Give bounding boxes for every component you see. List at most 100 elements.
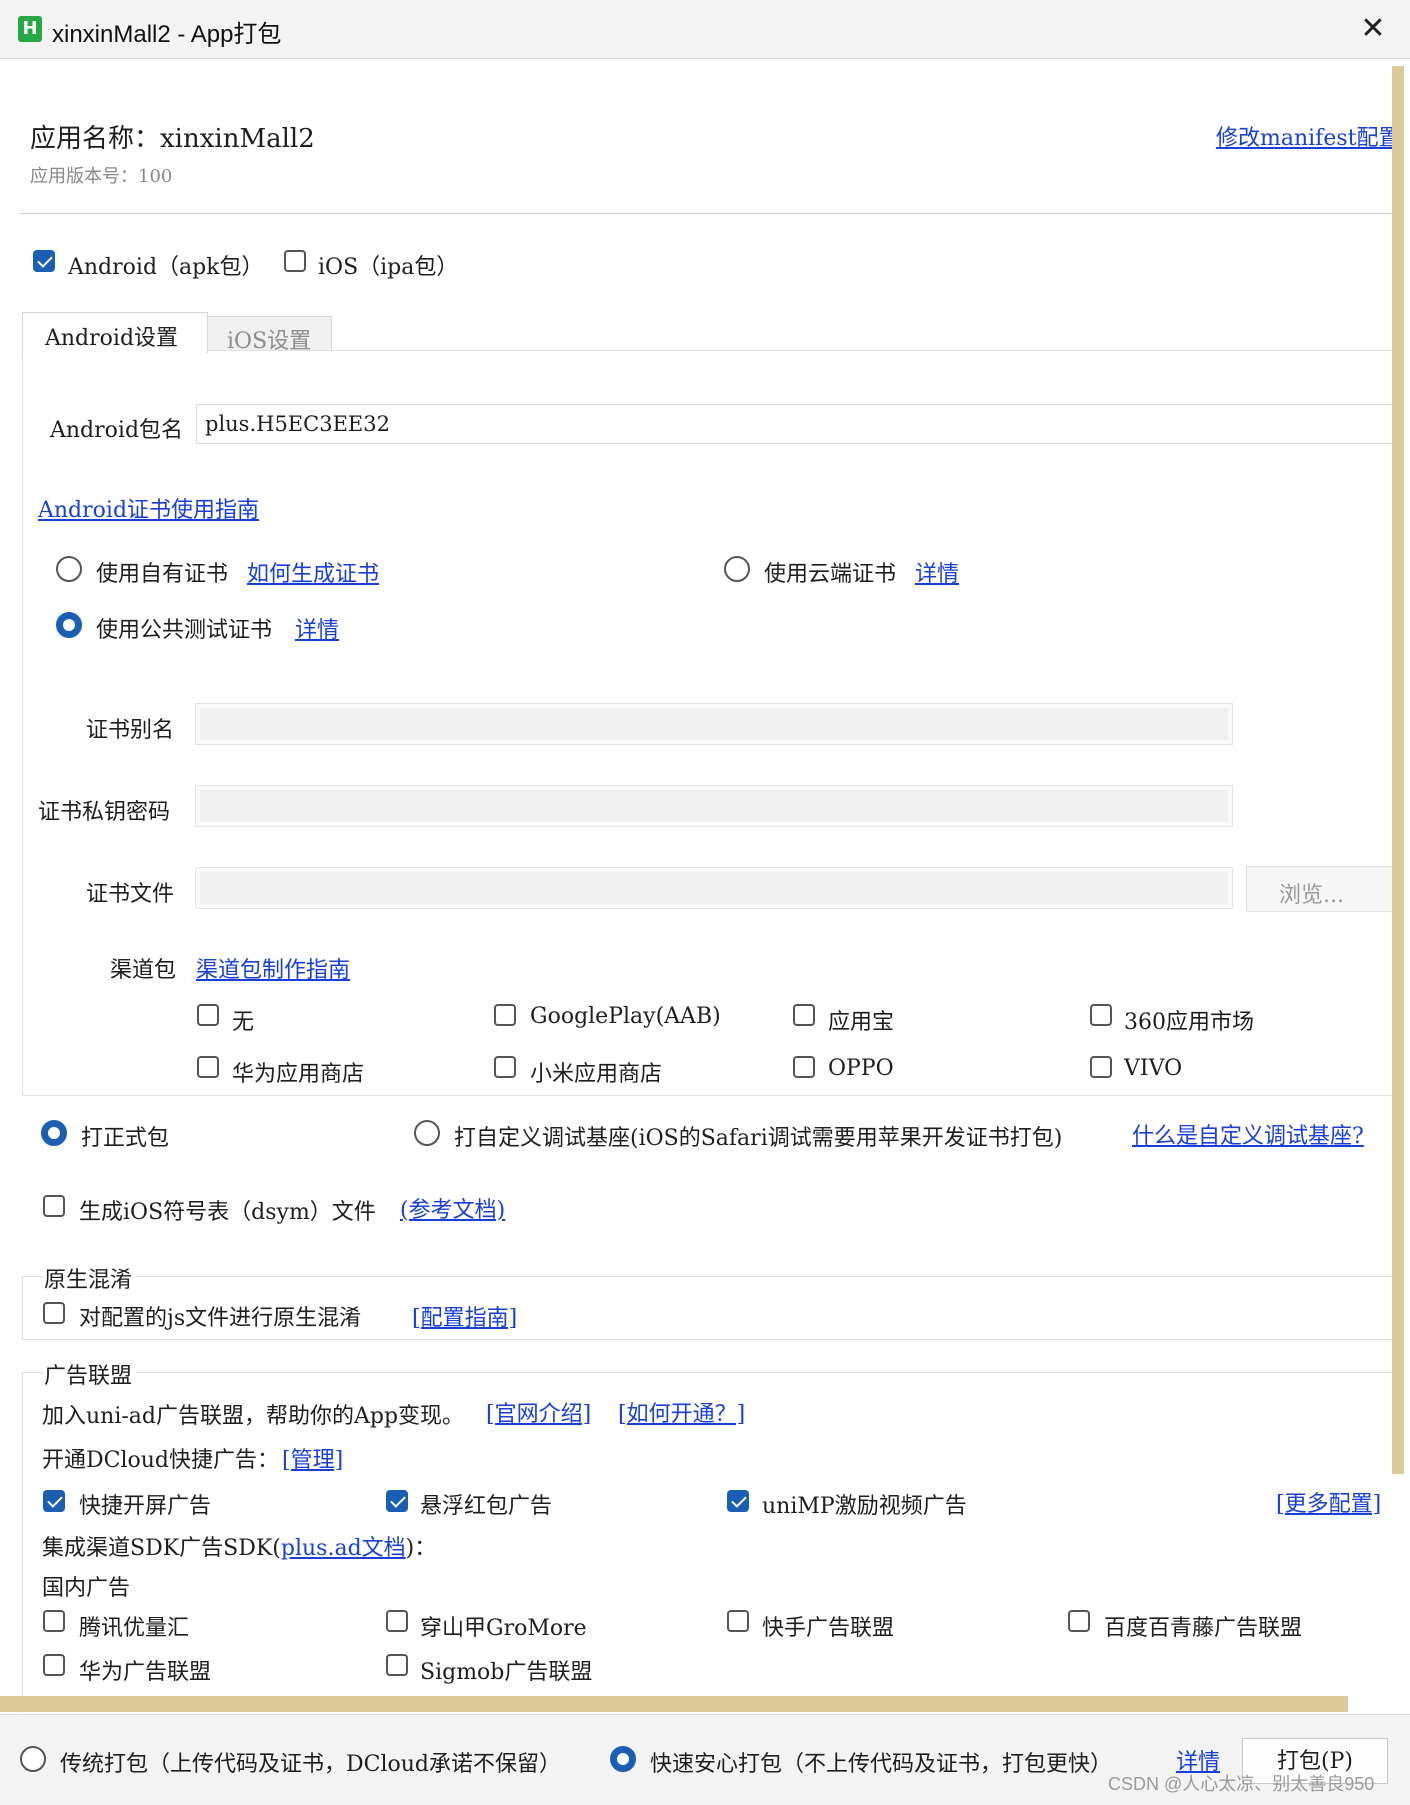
channel-checkbox-huawei[interactable] (197, 1056, 219, 1078)
channel-guide-link[interactable]: 渠道包制作指南 (196, 952, 350, 984)
splash-ad-checkbox[interactable] (43, 1490, 65, 1512)
custom-base-label: 打自定义调试基座(iOS的Safari调试需要用苹果开发证书打包) (454, 1126, 1063, 1151)
channel-label-oppo: OPPO (828, 1056, 894, 1081)
ad-checkbox-sigmob[interactable] (386, 1654, 408, 1676)
ad-checkbox-gromore[interactable] (386, 1610, 408, 1632)
window-title: xinxinMall2 - App打包 (52, 21, 282, 48)
watermark: CSDN @人心太凉、别太善良950 (1108, 1774, 1375, 1794)
browse-button[interactable]: 浏览... (1246, 866, 1393, 912)
formal-build-radio[interactable] (41, 1120, 67, 1146)
dsym-label: 生成iOS符号表（dsym）文件 (79, 1200, 376, 1225)
dsym-doc-link[interactable]: (参考文档) (400, 1192, 505, 1224)
own-cert-label: 使用自有证书 (96, 562, 229, 587)
vertical-scrollbar[interactable] (1392, 66, 1404, 1474)
horizontal-scrollbar[interactable] (0, 1696, 1348, 1712)
channel-label: 渠道包 (110, 958, 177, 983)
app-name: 应用名称：xinxinMall2 (30, 124, 315, 154)
obfuscation-label: 对配置的js文件进行原生混淆 (79, 1306, 362, 1331)
ad-label-tencent: 腾讯优量汇 (79, 1616, 190, 1641)
plus-ad-doc-link[interactable]: plus.ad文档 (281, 1536, 406, 1561)
hbuilder-logo-icon: H (18, 16, 42, 42)
cert-guide-link[interactable]: Android证书使用指南 (38, 492, 259, 524)
dsym-checkbox[interactable] (43, 1195, 65, 1217)
android-checkbox-label: Android（apk包） (68, 255, 264, 280)
ad-checkbox-tencent[interactable] (43, 1610, 65, 1632)
ad-label-sigmob: Sigmob广告联盟 (420, 1660, 593, 1685)
channel-label-none: 无 (232, 1010, 255, 1035)
cert-file-label: 证书文件 (86, 882, 175, 907)
traditional-pack-radio[interactable] (20, 1746, 46, 1772)
header-divider (20, 213, 1392, 214)
channel-checkbox-oppo[interactable] (793, 1056, 815, 1078)
ads-official-link[interactable]: [官网介绍] (486, 1396, 591, 1428)
public-cert-detail-link[interactable]: 详情 (295, 612, 339, 644)
channel-label-huawei: 华为应用商店 (232, 1062, 365, 1087)
obfuscation-guide-link[interactable]: [配置指南] (412, 1300, 517, 1332)
channel-label-yingyongbao: 应用宝 (828, 1010, 895, 1035)
channel-label-vivo: VIVO (1124, 1056, 1183, 1081)
cert-file-input[interactable] (195, 867, 1233, 909)
formal-build-label: 打正式包 (81, 1126, 170, 1151)
quick-ads-manage-link[interactable]: [管理] (282, 1442, 343, 1474)
unimp-video-ad-label: uniMP激励视频广告 (762, 1494, 967, 1519)
cert-alias-input[interactable] (195, 703, 1233, 745)
fast-pack-radio[interactable] (610, 1746, 636, 1772)
unimp-video-ad-checkbox[interactable] (727, 1490, 749, 1512)
obfuscation-checkbox[interactable] (43, 1302, 65, 1324)
quick-ads-label: 开通DCloud快捷广告： (42, 1448, 280, 1473)
package-name-input[interactable] (196, 404, 1392, 444)
tab-android-label: Android设置 (45, 326, 179, 351)
traditional-pack-label: 传统打包（上传代码及证书，DCloud承诺不保留） (60, 1752, 562, 1777)
edit-manifest-link[interactable]: 修改manifest配置 (1216, 120, 1400, 152)
ad-checkbox-kuaishou[interactable] (727, 1610, 749, 1632)
android-checkbox[interactable] (33, 250, 55, 272)
channel-checkbox-vivo[interactable] (1090, 1056, 1112, 1078)
channel-checkbox-none[interactable] (197, 1004, 219, 1026)
channel-label-xiaomi: 小米应用商店 (530, 1062, 663, 1087)
ad-checkbox-baidu[interactable] (1068, 1610, 1090, 1632)
ad-label-gromore: 穿山甲GroMore (420, 1616, 587, 1641)
cloud-cert-label: 使用云端证书 (764, 562, 897, 587)
ad-label-baidu: 百度百青藤广告联盟 (1104, 1616, 1303, 1641)
fast-pack-label: 快速安心打包（不上传代码及证书，打包更快） (650, 1752, 1113, 1777)
ios-checkbox[interactable] (284, 250, 306, 272)
ios-checkbox-label: iOS（ipa包） (318, 255, 459, 280)
sdk-prefix: 集成渠道SDK广告SDK( (42, 1536, 281, 1561)
cloud-cert-detail-link[interactable]: 详情 (915, 556, 959, 588)
sdk-suffix: )： (405, 1536, 437, 1561)
channel-checkbox-360[interactable] (1090, 1004, 1112, 1026)
close-icon[interactable]: ✕ (1354, 10, 1392, 48)
ads-group-title: 广告联盟 (44, 1358, 137, 1390)
ads-intro: 加入uni-ad广告联盟，帮助你的App变现。 (42, 1404, 465, 1429)
cert-alias-label: 证书别名 (86, 718, 175, 743)
browse-button-label: 浏览... (1279, 883, 1344, 908)
ad-checkbox-huawei[interactable] (43, 1654, 65, 1676)
public-test-cert-radio[interactable] (56, 612, 82, 638)
domestic-ads-title: 国内广告 (42, 1576, 131, 1601)
obfuscation-group-title: 原生混淆 (44, 1262, 137, 1294)
ads-more-config-link[interactable]: [更多配置] (1276, 1486, 1381, 1518)
ads-how-to-link[interactable]: [如何开通？] (618, 1396, 745, 1428)
cert-password-label: 证书私钥密码 (38, 800, 171, 825)
custom-base-info-link[interactable]: 什么是自定义调试基座? (1132, 1118, 1364, 1150)
float-redpacket-ad-checkbox[interactable] (386, 1490, 408, 1512)
app-version: 应用版本号：100 (30, 166, 173, 187)
cert-password-input[interactable] (195, 785, 1233, 827)
channel-checkbox-yingyongbao[interactable] (793, 1004, 815, 1026)
how-to-generate-cert-link[interactable]: 如何生成证书 (247, 556, 379, 588)
sdk-line: 集成渠道SDK广告SDK(plus.ad文档)： (42, 1530, 436, 1562)
cloud-cert-radio[interactable] (724, 556, 750, 582)
title-bar: H xinxinMall2 - App打包 ✕ (0, 0, 1410, 59)
tab-android-settings[interactable]: Android设置 (22, 312, 208, 353)
own-cert-radio[interactable] (56, 556, 82, 582)
channel-label-360: 360应用市场 (1124, 1010, 1254, 1035)
public-test-cert-label: 使用公共测试证书 (96, 618, 273, 643)
ad-label-kuaishou: 快手广告联盟 (762, 1616, 895, 1641)
channel-checkbox-xiaomi[interactable] (494, 1056, 516, 1078)
package-name-label: Android包名 (50, 418, 184, 443)
tab-ios-settings[interactable]: iOS设置 (206, 316, 332, 354)
ad-label-huawei: 华为广告联盟 (79, 1660, 212, 1685)
splash-ad-label: 快捷开屏广告 (79, 1494, 212, 1519)
custom-base-radio[interactable] (414, 1120, 440, 1146)
channel-checkbox-googleplay[interactable] (494, 1004, 516, 1026)
